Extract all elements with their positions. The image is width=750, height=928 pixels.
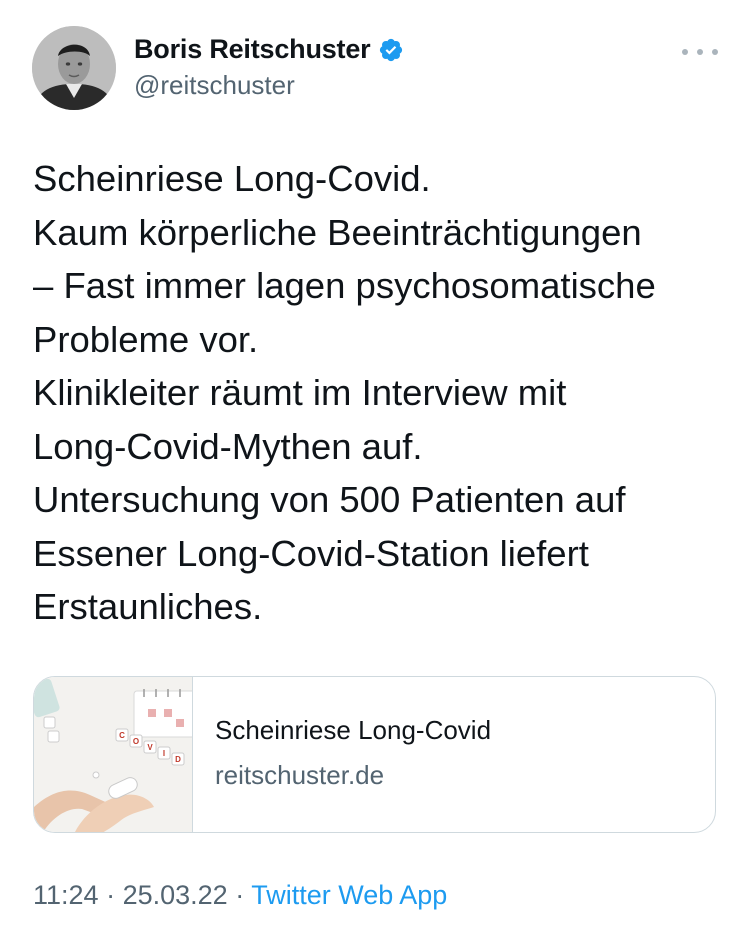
tweet-text-line: Klinikleiter räumt im Interview mit [33,372,567,413]
link-preview-domain: reitschuster.de [215,760,385,790]
thumbnail-letter: D [175,755,181,764]
author-display-name[interactable]: Boris Reitschuster [134,34,371,65]
avatar[interactable] [32,26,116,110]
link-preview-thumbnail: C O V I D [34,677,193,832]
tweet-text-line: Kaum körperliche Beeinträchtigungen [33,211,642,253]
thumbnail-letter: O [133,737,139,746]
meta-separator: · [235,880,245,910]
verified-badge-icon [378,37,404,63]
tweet-date[interactable]: 25.03.22 [123,880,228,910]
tweet-time[interactable]: 11:24 [33,880,99,910]
tweet-text-line: Scheinriese Long-Covid. [33,158,431,199]
meta-separator: · [106,880,116,910]
tweet-text-line: Probleme vor. [33,318,259,360]
author-name-row: Boris Reitschuster [134,34,404,65]
link-preview-body: Scheinriese Long-Covid reitschuster.de [193,677,491,832]
more-options-icon[interactable] [682,42,718,62]
tweet-text-line: – Fast immer lagen psychosomatische [33,265,656,306]
thumbnail-letter: V [147,743,153,752]
tweet: Boris Reitschuster @reitschuster Scheinr… [0,0,750,928]
tweet-source-link[interactable]: Twitter Web App [251,880,447,910]
tweet-text-line: Untersuchung von 500 Patienten auf [33,479,626,520]
thumbnail-letter: I [163,749,165,758]
link-preview-card[interactable]: C O V I D Scheinriese Long-Covid reitsch… [33,676,716,833]
author-handle[interactable]: @reitschuster [134,70,295,101]
tweet-text: Scheinriese Long-Covid. Kaum körperliche… [33,152,723,634]
thumbnail-letter: C [119,731,125,740]
tweet-meta: 11:24 · 25.03.22 · Twitter Web App [33,880,447,911]
tweet-text-line: Erstaunliches. [33,586,263,627]
link-preview-title: Scheinriese Long-Covid [215,715,492,745]
tweet-text-line: Long-Covid-Mythen auf. [33,425,423,467]
tweet-text-line: Essener Long-Covid-Station liefert [33,532,589,574]
